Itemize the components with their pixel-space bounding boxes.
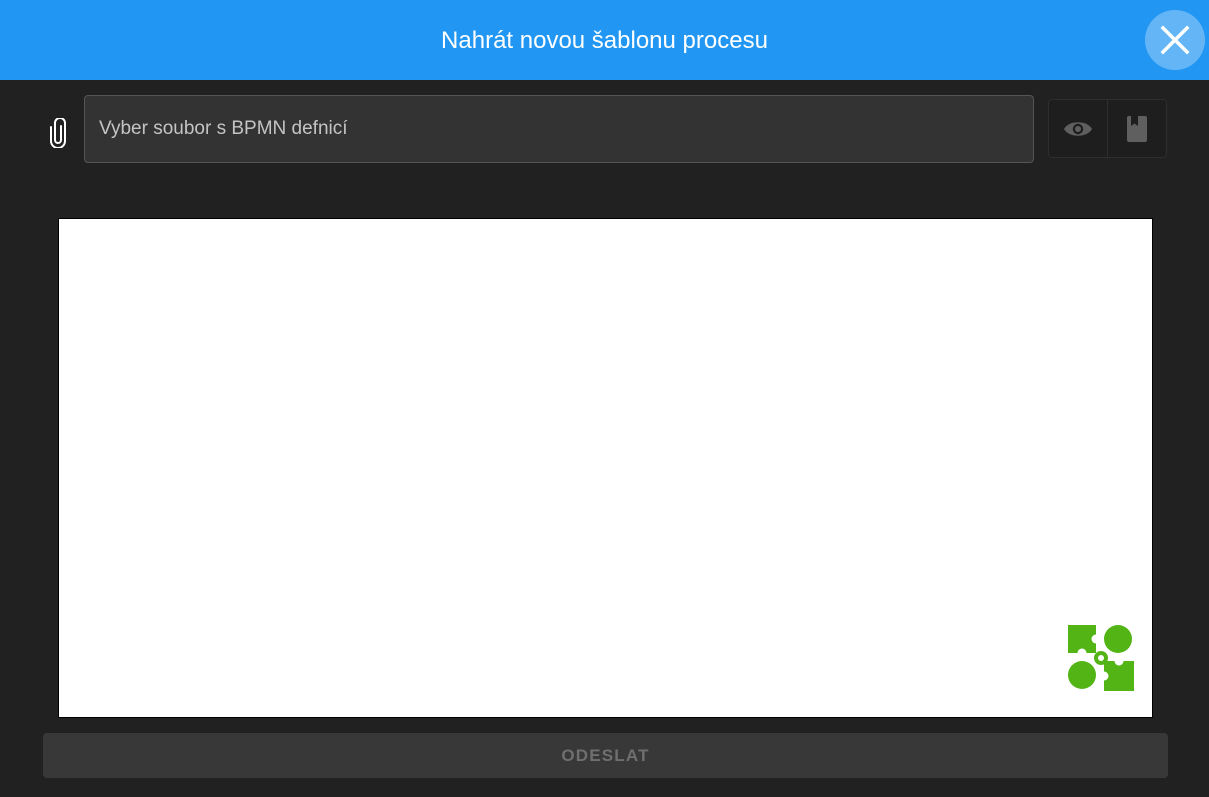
eye-icon — [1064, 121, 1092, 136]
dialog-title: Nahrát novou šablonu procesu — [441, 27, 768, 54]
puzzle-gears-logo — [1068, 625, 1134, 691]
bpmn-file-input[interactable] — [84, 95, 1034, 163]
paperclip-icon[interactable] — [46, 118, 70, 148]
close-icon — [1160, 25, 1190, 55]
submit-button[interactable]: ODESLAT — [43, 733, 1168, 778]
preview-button[interactable] — [1049, 100, 1107, 157]
close-button[interactable] — [1145, 10, 1205, 70]
dialog-header: Nahrát novou šablonu procesu — [0, 0, 1209, 80]
file-actions — [1048, 99, 1167, 158]
upload-template-dialog: Nahrát novou šablonu procesu Vyber soubo… — [0, 0, 1209, 797]
bpmn-preview-canvas[interactable] — [58, 218, 1153, 718]
book-icon — [1127, 115, 1147, 142]
library-button[interactable] — [1107, 100, 1166, 157]
